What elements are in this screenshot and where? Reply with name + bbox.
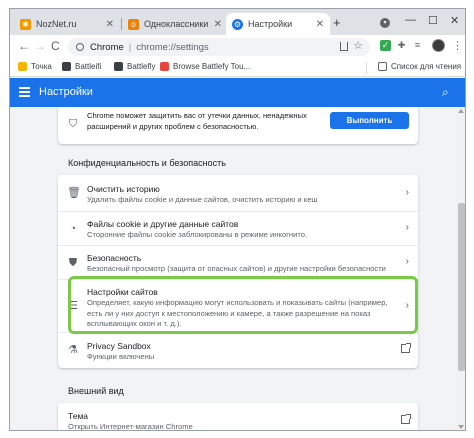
row-title: Безопасность [87,253,142,263]
hamburger-menu-icon[interactable] [19,87,30,100]
page-title: Настройки [39,86,93,98]
theme-row[interactable]: Тема Открыть Интернет-магазин Chrome [58,403,418,431]
tab-strip: ✱ NozNet.ru ✕ o Одноклассники ✕ ⚙ Настро… [10,9,465,35]
tab-noznet[interactable]: ✱ NozNet.ru ✕ [14,13,120,35]
forward-button[interactable]: → [34,39,46,53]
bookmark-item[interactable]: Точка [18,62,52,71]
bookmark-item[interactable]: Battlefly [114,62,155,71]
tab-settings[interactable]: ⚙ Настройки ✕ [226,13,330,35]
privacy-section-title: Конфиденциальность и безопасность [68,158,226,168]
open-external-icon [401,343,411,353]
search-icon[interactable]: ⌕ [442,85,449,100]
highlight-frame [68,276,418,334]
back-button[interactable]: ← [18,39,30,53]
folder-icon [18,62,27,71]
bookmark-label: Точка [31,62,52,71]
tab-title: Одноклассники [144,19,209,29]
noznet-favicon-icon: ✱ [20,18,31,30]
media-control-icon[interactable]: ▾ [380,18,390,28]
chevron-right-icon: › [405,222,409,233]
run-safety-check-button[interactable]: Выполнить проверку [330,112,409,142]
bookmark-star-icon[interactable]: ☆ [353,39,363,52]
tab-title: NozNet.ru [36,19,77,29]
bookmarks-bar: Точка Battleifi Battlefly Browse Battlef… [10,59,465,77]
address-separator: | [128,41,132,53]
tab-odnoklassniki[interactable]: o Одноклассники ✕ [122,13,228,35]
chevron-right-icon: › [405,256,409,267]
appearance-card: Тема Открыть Интернет-магазин Chrome [58,403,418,431]
clear-history-row[interactable]: 🗑 Очистить историю Удалить файлы cookie … [58,175,418,211]
tab-title: Настройки [248,19,293,29]
close-window-button[interactable]: ✕ [450,14,459,27]
security-row[interactable]: ⛊ Безопасность Безопасный просмотр (защи… [58,246,418,279]
reading-list-label: Список для чтения [391,62,462,71]
close-tab-icon[interactable]: ✕ [106,19,114,30]
safety-check-text: Chrome поможет защитить вас от утечки да… [87,111,307,131]
row-subtitle: Открыть Интернет-магазин Chrome [68,422,193,431]
cookies-row[interactable]: ◔ Файлы cookie и другие данные сайтов Ст… [58,212,418,245]
scroll-down-icon[interactable] [458,425,464,429]
cookie-icon: ◔ [69,223,77,235]
scrollbar-thumb[interactable] [458,203,465,371]
flask-icon: ⚗ [68,344,78,356]
battlefy-icon [160,62,169,71]
odnoklassniki-favicon-icon: o [128,18,139,30]
reload-button[interactable]: C [51,39,60,53]
minimize-button[interactable]: — [405,14,416,26]
new-tab-button[interactable]: + [333,15,341,30]
profile-avatar[interactable] [432,39,445,52]
open-external-icon [401,414,411,424]
settings-favicon-icon: ⚙ [232,18,243,30]
shield-icon: ⛊ [68,257,78,269]
settings-header: Настройки ⌕ [10,78,465,107]
shield-check-icon: ⛉ [68,118,78,130]
appearance-section-title: Внешний вид [68,386,124,396]
address-host: Chrome [90,41,124,53]
address-bar[interactable]: Chrome | chrome://settings ☆ [68,38,370,56]
chevron-right-icon: › [405,187,409,198]
bookmark-label: Battlefly [127,62,156,71]
settings-content: ⛉ Chrome поможет защитить вас от утечки … [10,107,456,431]
reading-list-icon[interactable]: ≡ [412,40,423,51]
battleifi-icon [62,62,71,71]
extensions-puzzle-icon[interactable]: ✚ [396,40,407,51]
maximize-button[interactable]: ☐ [428,14,438,27]
vertical-scrollbar[interactable] [456,107,465,430]
trash-icon: 🗑 [67,187,81,199]
scroll-up-icon[interactable] [458,109,464,113]
address-url: chrome://settings [136,41,209,53]
bookmarks-divider [366,62,367,74]
row-title: Очистить историю [87,184,160,194]
bookmark-item[interactable]: Battleifi [62,62,101,71]
row-title: Privacy Sandbox [87,341,151,351]
close-tab-icon[interactable]: ✕ [316,19,324,30]
reading-list-icon [378,62,387,71]
privacy-card: 🗑 Очистить историю Удалить файлы cookie … [58,175,418,368]
row-subtitle: Удалить файлы cookie и данные сайтов, оч… [87,195,318,204]
row-title: Файлы cookie и другие данные сайтов [87,219,239,229]
toolbar: ← → C Chrome | chrome://settings ☆ ✓ ✚ ≡… [10,35,465,59]
bookmark-label: Browse Battlefy Tou... [173,62,251,71]
close-tab-icon[interactable]: ✕ [214,19,222,30]
row-subtitle: Сторонние файлы cookie заблокированы в р… [87,230,308,239]
row-subtitle: Функции включены [87,352,155,361]
row-title: Тема [68,411,89,421]
site-info-icon[interactable] [76,43,84,51]
extension-icon[interactable]: ✓ [380,40,391,51]
share-icon[interactable] [340,42,348,51]
battlefly-icon [114,62,123,71]
menu-icon[interactable]: ⋮ [452,39,463,52]
reading-list-button[interactable]: Список для чтения [378,62,461,71]
row-subtitle: Безопасный просмотр (защита от опасных с… [87,264,386,273]
bookmark-label: Battleifi [75,62,102,71]
privacy-sandbox-row[interactable]: ⚗ Privacy Sandbox Функции включены [58,333,418,368]
browser-window: ✱ NozNet.ru ✕ o Одноклассники ✕ ⚙ Настро… [9,8,466,431]
safety-check-card: ⛉ Chrome поможет защитить вас от утечки … [58,107,418,144]
bookmark-item[interactable]: Browse Battlefy Tou... [160,62,250,71]
